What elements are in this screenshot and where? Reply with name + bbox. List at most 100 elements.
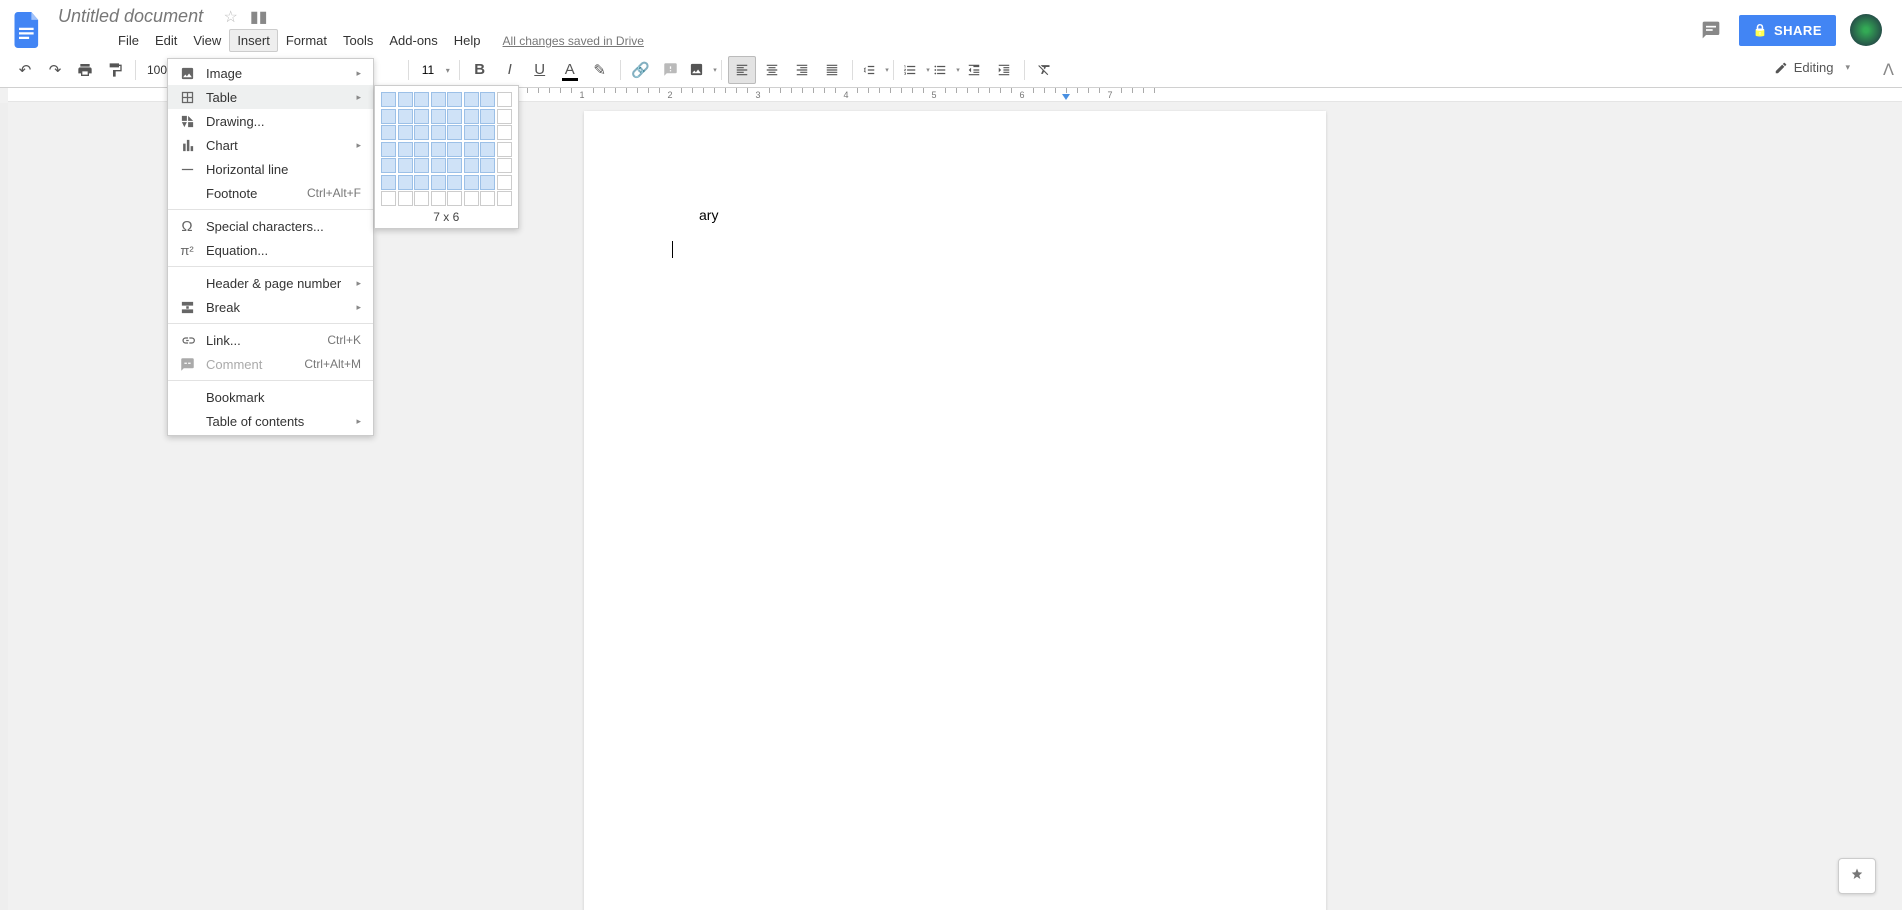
insert-menu-table[interactable]: Table▸ (168, 85, 373, 109)
insert-menu-horizontal-line[interactable]: Horizontal line (168, 157, 373, 181)
table-cell[interactable] (464, 158, 479, 173)
table-cell[interactable] (480, 92, 495, 107)
italic-button[interactable]: I (496, 56, 524, 84)
align-center-button[interactable] (758, 56, 786, 84)
insert-menu-bookmark[interactable]: Bookmark (168, 385, 373, 409)
table-cell[interactable] (398, 142, 413, 157)
increase-indent-button[interactable] (990, 56, 1018, 84)
table-cell[interactable] (431, 109, 446, 124)
table-cell[interactable] (414, 175, 429, 190)
save-status[interactable]: All changes saved in Drive (503, 34, 644, 48)
font-size-select[interactable]: 11 (414, 63, 454, 77)
table-cell[interactable] (398, 191, 413, 206)
table-cell[interactable] (464, 125, 479, 140)
document-text[interactable]: ary (699, 207, 718, 223)
table-cell[interactable] (398, 158, 413, 173)
menu-insert[interactable]: Insert (229, 29, 278, 52)
insert-menu-link-[interactable]: Link...Ctrl+K (168, 328, 373, 352)
menu-tools[interactable]: Tools (335, 29, 381, 52)
bulleted-list-button[interactable] (930, 56, 958, 84)
menu-edit[interactable]: Edit (147, 29, 185, 52)
table-cell[interactable] (447, 142, 462, 157)
table-cell[interactable] (381, 191, 396, 206)
table-cell[interactable] (447, 158, 462, 173)
expand-button[interactable]: ᐱ (1883, 60, 1894, 80)
align-right-button[interactable] (788, 56, 816, 84)
table-cell[interactable] (414, 125, 429, 140)
menu-view[interactable]: View (185, 29, 229, 52)
table-cell[interactable] (447, 191, 462, 206)
table-cell[interactable] (381, 109, 396, 124)
table-cell[interactable] (480, 109, 495, 124)
menu-file[interactable]: File (110, 29, 147, 52)
decrease-indent-button[interactable] (960, 56, 988, 84)
table-cell[interactable] (497, 175, 512, 190)
table-cell[interactable] (480, 125, 495, 140)
table-cell[interactable] (464, 175, 479, 190)
folder-icon[interactable]: ▮▮ (250, 7, 268, 27)
insert-menu-image[interactable]: Image▸ (168, 61, 373, 85)
text-color-button[interactable]: A (556, 56, 584, 84)
table-cell[interactable] (497, 125, 512, 140)
table-cell[interactable] (497, 92, 512, 107)
table-cell[interactable] (414, 158, 429, 173)
vertical-ruler[interactable] (0, 103, 8, 910)
table-cell[interactable] (398, 175, 413, 190)
table-cell[interactable] (497, 191, 512, 206)
align-left-button[interactable] (728, 56, 756, 84)
table-cell[interactable] (464, 92, 479, 107)
numbered-list-button[interactable] (900, 56, 928, 84)
insert-menu-header-page-number[interactable]: Header & page number▸ (168, 271, 373, 295)
insert-menu-equation-[interactable]: π²Equation... (168, 238, 373, 262)
table-cell[interactable] (447, 92, 462, 107)
table-cell[interactable] (431, 158, 446, 173)
table-cell[interactable] (497, 109, 512, 124)
table-cell[interactable] (381, 92, 396, 107)
mode-select[interactable]: Editing (1764, 56, 1860, 79)
table-cell[interactable] (464, 142, 479, 157)
table-cell[interactable] (398, 125, 413, 140)
paint-format-button[interactable] (101, 56, 129, 84)
table-cell[interactable] (447, 109, 462, 124)
table-cell[interactable] (497, 158, 512, 173)
table-cell[interactable] (464, 191, 479, 206)
bold-button[interactable]: B (466, 56, 494, 84)
table-cell[interactable] (431, 175, 446, 190)
table-cell[interactable] (398, 92, 413, 107)
table-cell[interactable] (480, 158, 495, 173)
explore-button[interactable] (1838, 858, 1876, 894)
table-cell[interactable] (431, 191, 446, 206)
print-button[interactable] (71, 56, 99, 84)
table-cell[interactable] (414, 142, 429, 157)
table-cell[interactable] (381, 158, 396, 173)
clear-formatting-button[interactable] (1031, 56, 1059, 84)
menu-add-ons[interactable]: Add-ons (381, 29, 445, 52)
table-cell[interactable] (447, 125, 462, 140)
insert-menu-break[interactable]: Break▸ (168, 295, 373, 319)
table-cell[interactable] (497, 142, 512, 157)
menu-help[interactable]: Help (446, 29, 489, 52)
table-cell[interactable] (414, 109, 429, 124)
line-spacing-button[interactable] (859, 56, 887, 84)
undo-button[interactable]: ↶ (11, 56, 39, 84)
underline-button[interactable]: U (526, 56, 554, 84)
account-avatar[interactable] (1850, 14, 1882, 46)
table-cell[interactable] (480, 142, 495, 157)
redo-button[interactable]: ↷ (41, 56, 69, 84)
insert-link-button[interactable]: 🔗 (627, 56, 655, 84)
align-justify-button[interactable] (818, 56, 846, 84)
table-cell[interactable] (447, 175, 462, 190)
table-cell[interactable] (381, 142, 396, 157)
page[interactable]: ary (584, 111, 1326, 910)
table-cell[interactable] (480, 191, 495, 206)
highlight-button[interactable]: ✎ (586, 56, 614, 84)
insert-menu-drawing-[interactable]: Drawing... (168, 109, 373, 133)
insert-image-button[interactable] (687, 56, 715, 84)
table-cell[interactable] (431, 92, 446, 107)
table-cell[interactable] (381, 175, 396, 190)
insert-menu-chart[interactable]: Chart▸ (168, 133, 373, 157)
star-icon[interactable]: ☆ (224, 7, 238, 27)
table-cell[interactable] (480, 175, 495, 190)
docs-logo[interactable] (8, 10, 48, 50)
table-cell[interactable] (431, 142, 446, 157)
